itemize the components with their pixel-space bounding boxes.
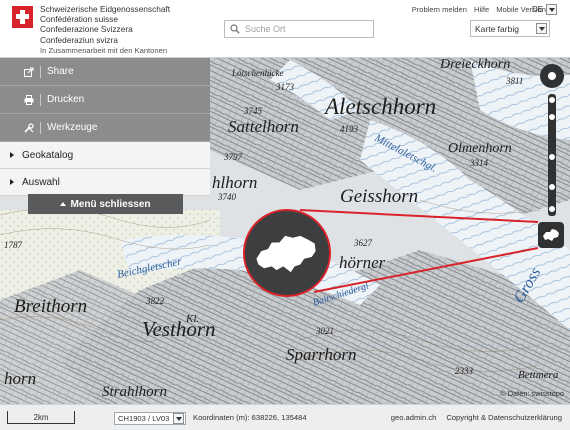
map-label: Kl. <box>185 313 199 325</box>
map-label: 3627 <box>353 238 373 248</box>
map-label: 3811 <box>505 76 523 86</box>
zoom-out-icon[interactable] <box>549 206 555 212</box>
header-subtitle: In Zusammenarbeit mit den Kantonen <box>40 46 168 55</box>
section-auswahl[interactable]: Auswahl <box>0 169 210 196</box>
map-attribution[interactable]: © Daten: swisstopo <box>500 389 564 398</box>
geo-admin-link[interactable]: geo.admin.ch <box>391 413 437 422</box>
side-menu: Share Drucken Werkzeuge Geokatalog Auswa… <box>0 58 210 196</box>
map-label: 3740 <box>217 192 237 202</box>
map-label: 3173 <box>275 82 295 92</box>
map-label: 2333 <box>455 366 474 376</box>
map-label: Sparrhorn <box>286 345 357 364</box>
print-tool[interactable]: Drucken <box>0 86 210 114</box>
zoom-step[interactable] <box>549 114 555 120</box>
share-tool[interactable]: Share <box>0 58 210 86</box>
tools-label: Werkzeuge <box>47 122 98 133</box>
confederation-names: Schweizerische Eidgenossenschaft Confédé… <box>40 4 170 45</box>
crs-value: CH1903 / LV03 <box>118 414 170 423</box>
caret-right-icon <box>10 179 14 185</box>
confederation-name-rm: Confederaziun svizra <box>40 34 118 45</box>
map-label: horn <box>4 369 36 388</box>
compass-icon[interactable] <box>540 64 564 88</box>
map-label: Bettmera <box>518 369 559 381</box>
caret-up-icon <box>60 202 67 206</box>
zoom-slider[interactable] <box>548 94 556 216</box>
printer-icon <box>24 94 34 105</box>
map-label: 3822 <box>145 296 165 306</box>
coordinates-readout: Koordinaten (m): 638226, 135484 <box>193 413 307 422</box>
confederation-name-it: Confederazione Svizzera <box>40 24 133 35</box>
map-label: Olmenhorn <box>448 141 512 156</box>
search-icon <box>230 24 240 34</box>
caret-right-icon <box>10 152 14 158</box>
map-label: Lötschenlücke <box>231 68 283 78</box>
chevron-down-icon[interactable] <box>546 3 558 15</box>
tools-icon <box>24 122 34 133</box>
language-value: DE <box>532 4 544 14</box>
swiss-cross-logo[interactable] <box>12 6 33 28</box>
map-label: 1787 <box>4 240 23 250</box>
separator <box>40 93 41 106</box>
map-label: 3314 <box>469 158 489 168</box>
language-select[interactable]: DE <box>532 2 562 16</box>
section-geokatalog[interactable]: Geokatalog <box>0 142 210 169</box>
print-label: Drucken <box>47 94 85 105</box>
map-label: hlhorn <box>212 173 257 192</box>
help-link[interactable]: Hilfe <box>474 5 489 14</box>
share-icon <box>24 67 34 77</box>
search-box[interactable] <box>224 20 374 38</box>
section-label: Geokatalog <box>22 149 74 161</box>
search-input[interactable] <box>245 22 370 36</box>
switzerland-icon <box>543 229 559 241</box>
map-label: 3797 <box>223 152 243 162</box>
map-label: Breithorn <box>14 296 87 317</box>
copyright-link[interactable]: Copyright & Datenschutzerklärung <box>446 413 562 422</box>
chevron-down-icon[interactable] <box>536 23 547 34</box>
map-label: 3021 <box>315 326 334 336</box>
footer-links: geo.admin.ch Copyright & Datenschutzerkl… <box>391 413 562 422</box>
map-label: Geisshorn <box>340 186 418 207</box>
confederation-name-de: Schweizerische Eidgenossenschaft <box>40 4 171 14</box>
share-label: Share <box>47 66 74 77</box>
header: Schweizerische Eidgenossenschaft Confédé… <box>0 0 570 58</box>
zoom-step[interactable] <box>549 154 555 160</box>
separator <box>40 65 41 78</box>
background-layer-value: Karte farbig <box>475 23 519 34</box>
separator <box>40 121 41 134</box>
overview-toggle-button[interactable] <box>538 222 564 248</box>
scale-bar: 2km <box>7 411 75 424</box>
crs-select[interactable]: CH1903 / LV03 <box>114 412 186 425</box>
map-label: Sattelhorn <box>228 117 299 136</box>
close-menu-button[interactable]: Menü schliessen <box>28 194 183 214</box>
report-problem-link[interactable]: Problem melden <box>412 5 467 14</box>
chevron-down-icon[interactable] <box>173 413 184 424</box>
top-links: Problem melden Hilfe Mobile Version <box>412 5 546 14</box>
map-label: Strahlhorn <box>102 384 167 400</box>
map-label: 4193 <box>340 124 359 134</box>
overview-loupe <box>243 209 331 297</box>
map-label: Vesthorn <box>142 317 216 341</box>
switzerland-map-icon <box>256 235 316 273</box>
map-label: 3745 <box>243 106 263 116</box>
footer: 2km CH1903 / LV03 Koordinaten (m): 63822… <box>0 404 570 430</box>
zoom-handle[interactable] <box>549 184 555 190</box>
close-menu-label: Menü schliessen <box>70 198 151 210</box>
tools-tool[interactable]: Werkzeuge <box>0 114 210 142</box>
map-label: hörner <box>339 253 386 272</box>
map-label: Dreieckhorn <box>439 57 510 72</box>
map-label: Aletschhorn <box>323 94 436 119</box>
confederation-name-fr: Confédération suisse <box>40 14 118 25</box>
background-layer-select[interactable]: Karte farbig <box>470 20 550 37</box>
zoom-in-icon[interactable] <box>549 97 555 103</box>
section-label: Auswahl <box>22 176 60 188</box>
